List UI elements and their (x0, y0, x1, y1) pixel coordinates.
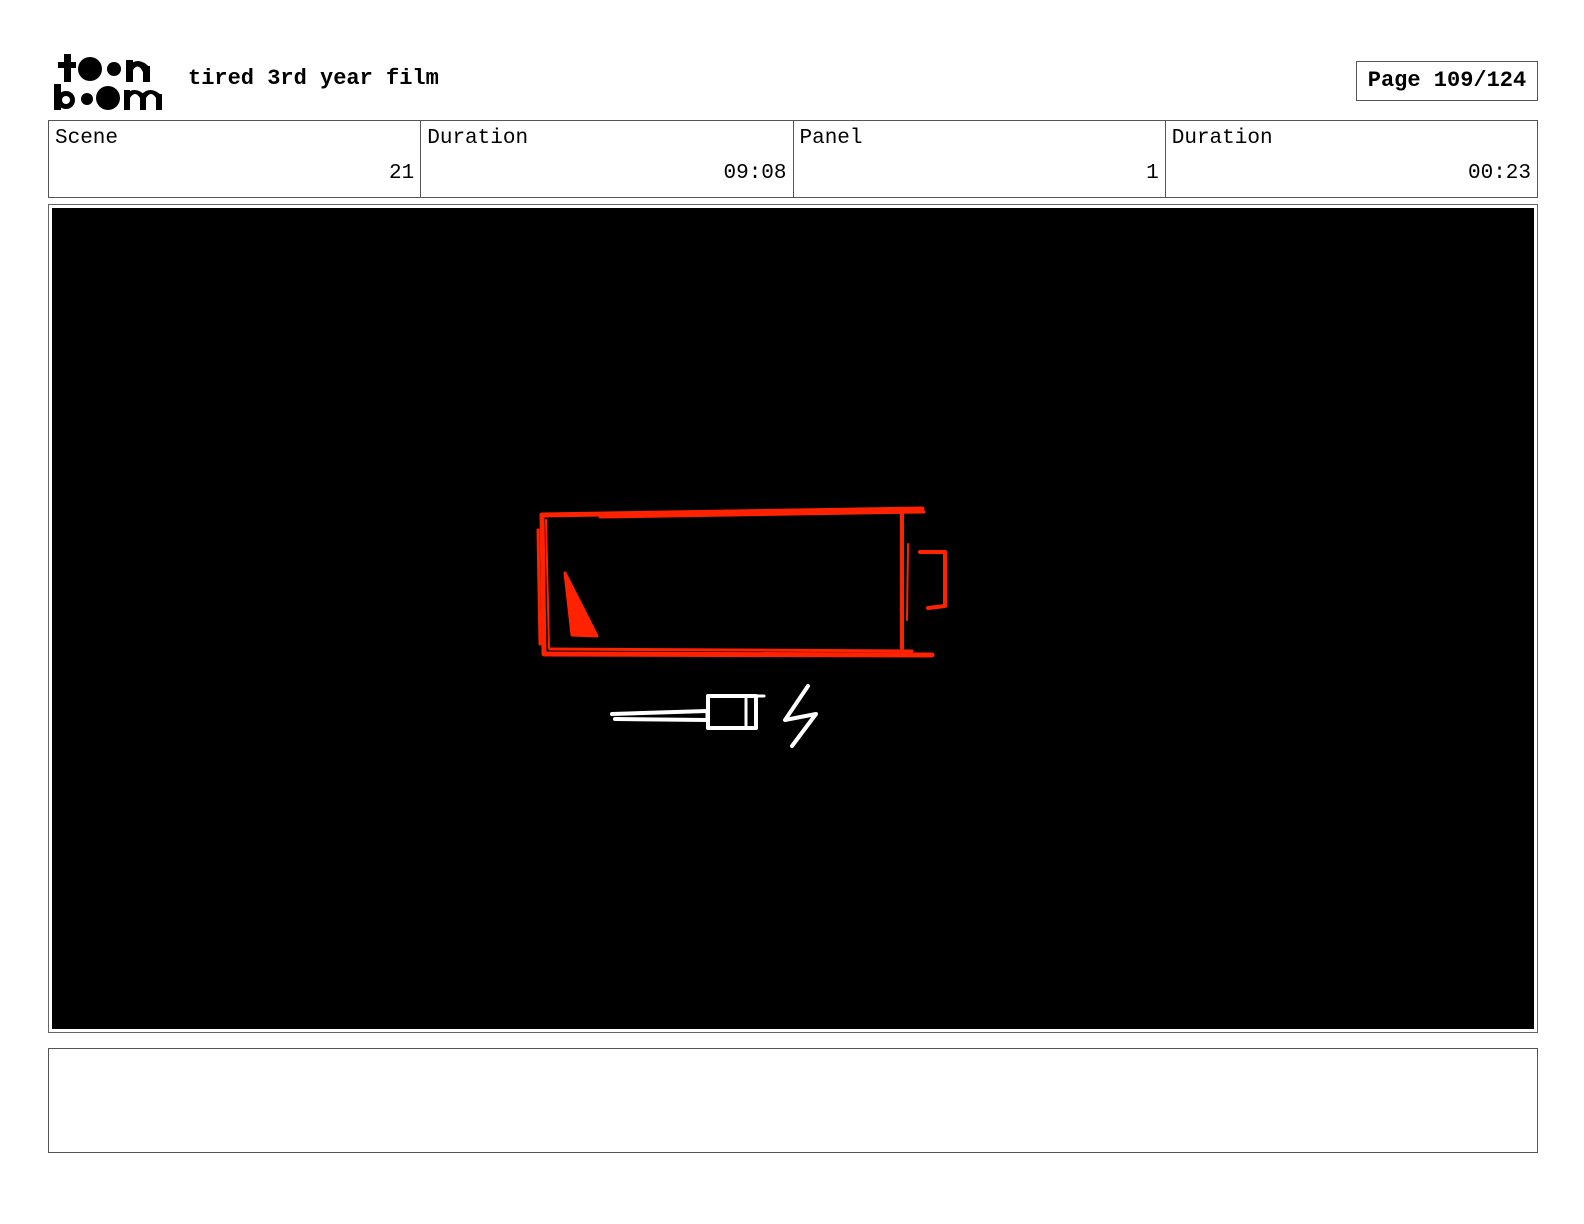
lightning-bolt-icon (783, 684, 818, 748)
panel-cell: Panel 1 (794, 121, 1166, 197)
panel-duration-label: Duration (1171, 127, 1273, 150)
scene-info-table: Scene 21 Duration 09:08 Panel 1 Duration… (48, 120, 1538, 198)
panel-duration-cell: Duration 00:23 (1166, 121, 1537, 197)
panel-image (52, 208, 1534, 1029)
project-title: tired 3rd year film (188, 66, 439, 91)
charging-plug-icon (610, 694, 766, 730)
scene-label: Scene (55, 127, 119, 150)
panel-frame (48, 204, 1538, 1033)
toon-boom-logo (52, 52, 164, 112)
scene-value: 21 (389, 162, 415, 185)
panel-duration-value: 00:23 (1467, 162, 1531, 185)
scene-duration-cell: Duration 09:08 (421, 121, 794, 197)
panel-label: Panel (799, 127, 863, 150)
panel-value: 1 (1146, 162, 1159, 185)
battery-low-icon (536, 506, 947, 658)
scene-duration-value: 09:08 (723, 162, 787, 185)
scene-duration-label: Duration (427, 127, 529, 150)
scene-cell: Scene 21 (49, 121, 422, 197)
page-number-box: Page 109/124 (1356, 61, 1538, 101)
panel-notes-box[interactable] (48, 1048, 1538, 1153)
